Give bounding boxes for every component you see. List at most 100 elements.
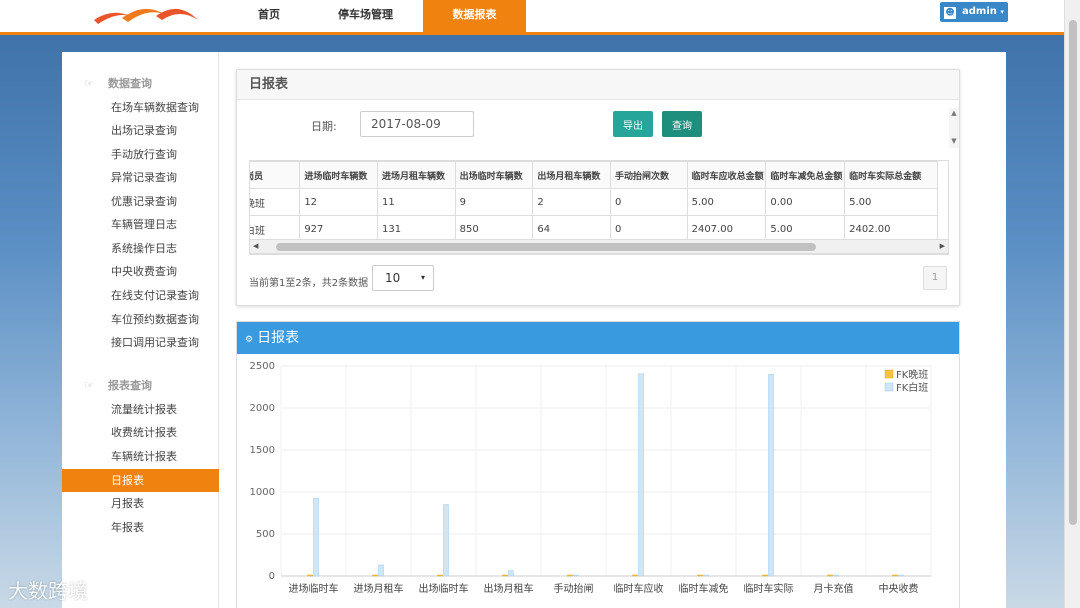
brand-logo [94, 8, 198, 24]
sidebar-item[interactable]: 月报表 [62, 492, 219, 515]
pagination-info: 当前第1至2条，共2条数据 [249, 278, 369, 289]
y-tick-label: 2000 [250, 403, 275, 414]
x-tick-label: 临时车减免 [679, 582, 729, 595]
sidebar-item[interactable]: 系统操作日志 [62, 237, 219, 260]
caret-down-icon: ▾ [420, 273, 425, 282]
bar-day-shift [378, 564, 384, 577]
bar-night-shift [567, 574, 573, 577]
column-header: 临时车实际总金额 [844, 161, 938, 189]
report-panel-title: 日报表 [237, 70, 959, 100]
chart-panel-header: ⚙ 日报表 [237, 322, 959, 354]
sidebar-item[interactable]: 中央收费查询 [62, 260, 219, 283]
x-tick-label: 出场月租车 [484, 582, 534, 595]
sidebar-item[interactable]: 车辆管理日志 [62, 213, 219, 236]
hand-icon: ☞ [84, 77, 94, 90]
nav-home[interactable]: 首页 [230, 0, 308, 35]
column-header: 进场月租车辆数 [376, 161, 456, 189]
page-size-select[interactable]: 10 ▾ [372, 265, 434, 291]
sidebar-item[interactable]: 车位预约数据查询 [62, 308, 219, 331]
sidebar-item[interactable]: 流量统计报表 [62, 398, 219, 421]
sidebar-item[interactable]: 手动放行查询 [62, 143, 219, 166]
table-cell: 2 [532, 188, 611, 216]
bar-day-shift [573, 574, 579, 577]
main-container: ☞ 数据查询 在场车辆数据查询 出场记录查询 手动放行查询 异常记录查询 优惠记录… [62, 52, 1006, 608]
sidebar-item[interactable]: 出场记录查询 [62, 119, 219, 142]
main-nav: 首页 停车场管理 数据报表 [230, 0, 526, 35]
admin-label: admin [962, 6, 997, 17]
column-header: 临时车减免总金额 [765, 161, 846, 189]
table-cell: 11 [376, 188, 456, 216]
sidebar-item-daily-report[interactable]: 日报表 [62, 469, 219, 492]
sidebar-item[interactable]: 收费统计报表 [62, 421, 219, 444]
column-header: 进场临时车辆数 [299, 161, 378, 189]
scroll-left-icon[interactable]: ◀ [253, 240, 258, 253]
report-panel: 日报表 日期: 导出 查询 ▲▼ 岗员 进场临时车辆数 进场月租车辆数 出场临时… [236, 69, 960, 306]
sidebar-item[interactable]: 车辆统计报表 [62, 445, 219, 468]
legend-label: FK白班 [896, 381, 928, 394]
y-tick-label: 500 [256, 529, 275, 540]
x-tick-label: 临时车实际 [744, 582, 794, 595]
page-scrollbar[interactable] [1064, 0, 1080, 608]
x-tick-label: 临时车应收 [614, 582, 664, 595]
date-label: 日期: [311, 120, 337, 133]
admin-user-menu[interactable]: ☻ admin ▾ [940, 2, 1008, 22]
x-tick-label: 月卡充值 [814, 582, 854, 595]
legend-swatch [884, 382, 894, 392]
bar-day-shift [443, 504, 449, 577]
bar-day-shift [313, 497, 319, 577]
date-input[interactable] [360, 111, 474, 137]
bar-night-shift [372, 574, 378, 577]
report-table: 岗员 进场临时车辆数 进场月租车辆数 出场临时车辆数 出场月租车辆数 手动抬闸次… [250, 161, 938, 243]
sidebar-item[interactable]: 在场车辆数据查询 [62, 96, 219, 119]
page-number-button[interactable]: 1 [923, 266, 947, 290]
chart-icon: ⚙ [245, 335, 254, 345]
x-tick-label: 进场临时车 [289, 582, 339, 595]
table-cell: 9 [454, 188, 534, 216]
sidebar-group-data-query: ☞ 数据查询 [84, 77, 152, 90]
sidebar-item[interactable]: 接口调用记录查询 [62, 331, 219, 354]
table-cell: 5.00 [844, 188, 938, 216]
chart-panel-title: 日报表 [257, 330, 300, 346]
table-header-row: 岗员 进场临时车辆数 进场月租车辆数 出场临时车辆数 出场月租车辆数 手动抬闸次… [250, 161, 938, 189]
table-horizontal-scrollbar[interactable]: ◀ ▶ [249, 239, 949, 254]
bar-night-shift [307, 574, 313, 577]
top-bar: 首页 停车场管理 数据报表 ☻ admin ▾ [0, 0, 1080, 35]
x-tick-label: 手动抬闸 [554, 582, 594, 595]
column-header: 手动抬闸次数 [610, 161, 688, 189]
legend-swatch [884, 369, 894, 379]
daily-report-chart: 0 500 1000 1500 2000 2500 进场临时车 进场月租车 出场临时车 出场月租车… [250, 361, 932, 595]
bar-day-shift [638, 373, 644, 577]
query-button[interactable]: 查询 [662, 111, 702, 137]
panel-scrollbar[interactable]: ▲ ▼ [949, 108, 959, 148]
sidebar-item[interactable]: 年报表 [62, 516, 219, 539]
column-header: 出场临时车辆数 [454, 161, 534, 189]
bar-night-shift [437, 574, 443, 577]
nav-data-reports[interactable]: 数据报表 [423, 0, 526, 35]
bar-night-shift [892, 574, 898, 577]
bar-night-shift [502, 574, 508, 577]
y-tick-label: 2500 [250, 361, 275, 372]
scroll-right-icon[interactable]: ▶ [940, 240, 945, 253]
table-row: 晚班 12 11 9 2 0 5.00 0.00 5.00 [250, 188, 938, 216]
bar-night-shift [697, 574, 703, 577]
sidebar-item[interactable]: 优惠记录查询 [62, 190, 219, 213]
column-header: 出场月租车辆数 [532, 161, 611, 189]
legend-label: FK晚班 [896, 369, 928, 381]
sidebar-item[interactable]: 在线支付记录查询 [62, 284, 219, 307]
y-tick-label: 1500 [250, 445, 275, 456]
nav-parking-management[interactable]: 停车场管理 [308, 0, 423, 35]
column-header: 临时车应收总金额 [686, 161, 767, 189]
y-tick-label: 1000 [250, 487, 275, 498]
watermark: 大数跨境 [8, 579, 88, 603]
caret-down-icon: ▾ [1000, 8, 1004, 16]
y-tick-label: 0 [269, 571, 275, 582]
bar-night-shift [827, 574, 833, 577]
table-cell: 0.00 [765, 188, 846, 216]
bar-day-shift [768, 373, 774, 577]
user-icon: ☻ [944, 7, 956, 19]
sidebar-item[interactable]: 异常记录查询 [62, 166, 219, 189]
x-tick-label: 中央收费 [879, 582, 919, 595]
x-tick-label: 出场临时车 [419, 582, 469, 595]
export-button[interactable]: 导出 [613, 111, 653, 137]
hand-icon: ☞ [84, 379, 94, 392]
